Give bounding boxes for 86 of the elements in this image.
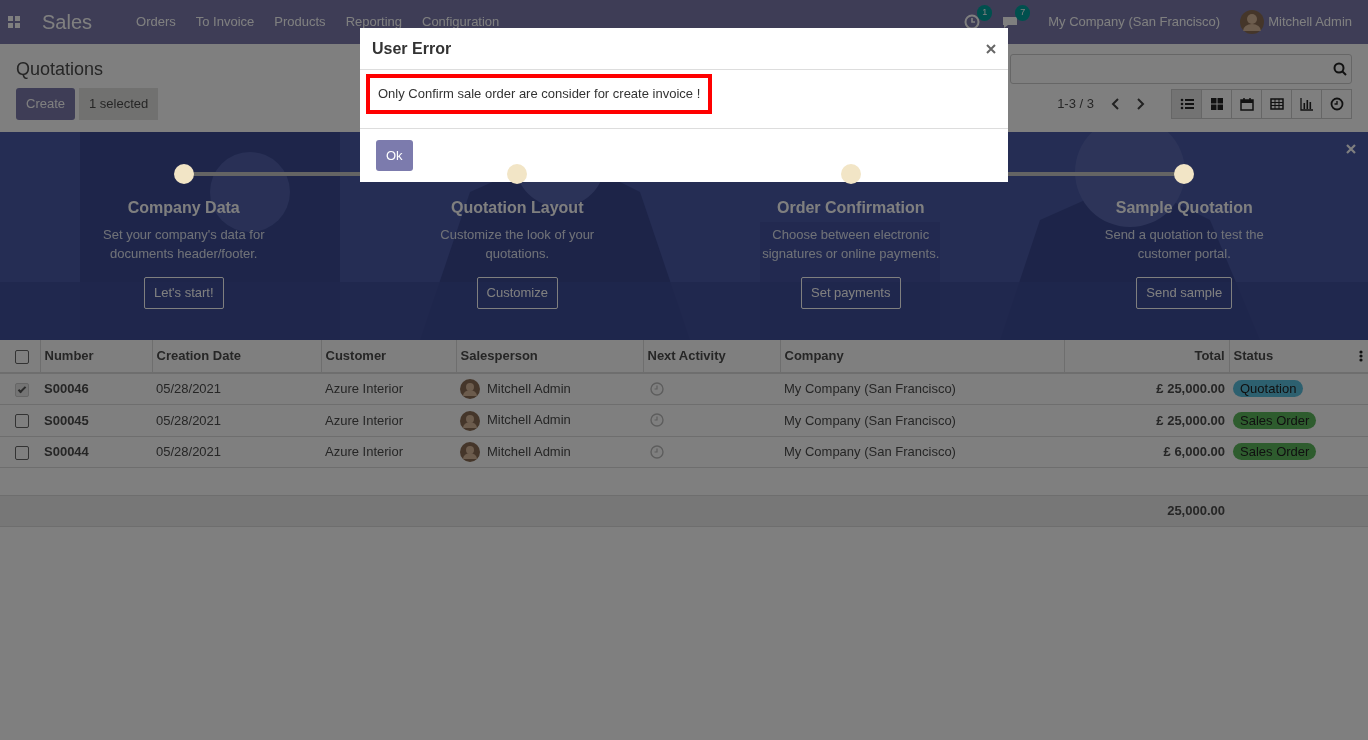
menu-item[interactable]: Reporting (345, 12, 402, 32)
list-view-button[interactable] (1171, 88, 1202, 119)
column-header[interactable]: Company (780, 340, 1064, 373)
calendar-icon (1239, 96, 1254, 111)
date-cell: 05/28/2021 (156, 412, 222, 428)
column-header[interactable]: Total (1064, 340, 1229, 373)
search-icon[interactable] (1333, 62, 1347, 76)
menu-item[interactable]: Orders (136, 12, 176, 32)
step-description: Customize the look of your quotations. (439, 226, 596, 264)
salesperson-cell: Mitchell Admin (487, 380, 571, 396)
company-cell: My Company (San Francisco) (784, 444, 956, 460)
create-button[interactable]: Create (16, 88, 76, 120)
dialog-title: User Error (372, 39, 452, 59)
step-button[interactable]: Set payments (801, 277, 901, 309)
bar-chart-icon (1299, 96, 1314, 111)
app-title[interactable]: Sales (42, 7, 93, 37)
chat-icon[interactable] (1002, 14, 1019, 30)
more-options-icon[interactable] (1359, 349, 1363, 362)
column-header[interactable]: Status (1229, 340, 1355, 373)
step-button[interactable]: Send sample (1136, 277, 1233, 309)
step-description: Set your company's data for documents header/footer. (102, 226, 266, 264)
company-switcher[interactable]: My Company (San Francisco) (1048, 12, 1221, 32)
step-title: Order Confirmation (776, 198, 925, 218)
grid-view-button[interactable] (1201, 88, 1232, 119)
status-badge: Sales Order (1233, 443, 1317, 461)
activity-count: 1 (977, 5, 993, 21)
total-cell: £ 6,000.00 (1163, 444, 1225, 460)
step-button[interactable]: Customize (476, 277, 558, 309)
clock-button[interactable] (1321, 88, 1352, 119)
select-all-checkbox[interactable] (15, 349, 29, 364)
user-name[interactable]: Mitchell Admin (1268, 12, 1352, 32)
salesperson-cell: Mitchell Admin (487, 443, 571, 459)
step-title: Sample Quotation (1115, 198, 1253, 218)
date-cell: 05/28/2021 (156, 444, 222, 460)
step-description: Choose between electronic signatures or online payments. (761, 226, 941, 264)
avatar-icon (1240, 10, 1265, 34)
date-cell: 05/28/2021 (156, 381, 222, 397)
table-view-icon (1269, 96, 1284, 111)
order-number: S00044 (44, 444, 89, 460)
ok-button[interactable]: Ok (376, 139, 413, 172)
row-checkbox[interactable] (15, 414, 29, 429)
bar-chart-button[interactable] (1291, 88, 1322, 119)
column-header[interactable]: Customer (321, 340, 456, 373)
list-view-icon (1179, 96, 1194, 111)
total-cell: £ 25,000.00 (1156, 412, 1225, 428)
step-description: Send a quotation to test the customer portal. (1103, 226, 1265, 264)
column-header[interactable]: Number (40, 340, 152, 373)
column-header[interactable]: Salesperson (456, 340, 643, 373)
avatar-icon (460, 410, 480, 431)
menu-item[interactable]: Configuration (422, 12, 500, 32)
close-icon[interactable] (986, 43, 996, 54)
status-badge: Sales Order (1233, 411, 1317, 429)
salesperson-cell: Mitchell Admin (487, 412, 571, 428)
next-icon[interactable] (1136, 97, 1146, 110)
order-number: S00045 (44, 412, 89, 428)
pager-value: 1-3 / 3 (1057, 95, 1094, 113)
customer-cell: Azure Interior (325, 412, 404, 428)
status-badge: Quotation (1233, 380, 1304, 398)
search-field[interactable] (1010, 54, 1352, 84)
step-button[interactable]: Let's start! (143, 277, 224, 309)
total-cell: £ 25,000.00 (1156, 381, 1225, 397)
avatar-icon (460, 379, 480, 400)
customer-cell: Azure Interior (325, 381, 404, 397)
order-number: S00046 (44, 381, 89, 397)
previous-icon[interactable] (1110, 97, 1120, 110)
step-title: Quotation Layout (451, 198, 584, 218)
footer-total: 25,000.00 (1167, 503, 1225, 519)
breadcrumb-title: Quotations (16, 57, 104, 81)
selection-count: 1 selected (79, 88, 159, 120)
company-cell: My Company (San Francisco) (784, 381, 956, 397)
menu-item[interactable]: Products (274, 12, 326, 32)
calendar-button[interactable] (1231, 88, 1262, 119)
clock-icon (1329, 96, 1344, 111)
message-count: 7 (1015, 5, 1031, 21)
column-header[interactable]: Next Activity (643, 340, 780, 373)
table-view-button[interactable] (1261, 88, 1292, 119)
error-message: Only Confirm sale order are consider for create invoice ! (366, 74, 713, 114)
company-cell: My Company (San Francisco) (784, 412, 956, 428)
customer-cell: Azure Interior (325, 444, 404, 460)
grid-view-icon (1209, 96, 1224, 111)
step-title: Company Data (127, 198, 240, 218)
apps-menu-icon[interactable] (8, 16, 20, 28)
row-checkbox[interactable] (15, 445, 29, 460)
menu-item[interactable]: To Invoice (195, 12, 255, 32)
avatar-icon (460, 442, 480, 463)
column-header[interactable]: Creation Date (152, 340, 321, 373)
